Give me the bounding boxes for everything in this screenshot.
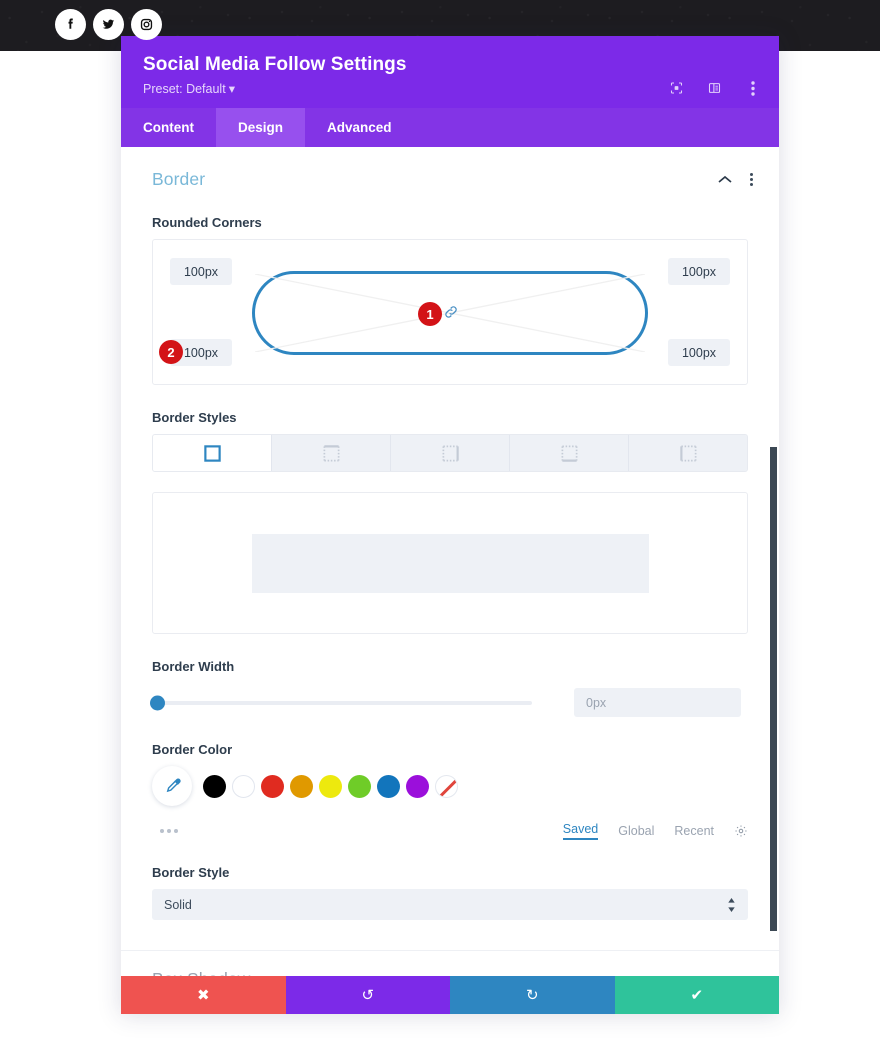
palette-tab-global[interactable]: Global (618, 824, 654, 838)
vertical-scrollbar[interactable] (770, 447, 777, 931)
border-right-button[interactable] (391, 435, 510, 471)
border-color-label: Border Color (152, 742, 233, 757)
save-button[interactable]: ✔ (614, 976, 779, 1014)
focus-icon[interactable] (668, 80, 685, 97)
cancel-button[interactable]: ✖ (121, 976, 286, 1014)
chevron-up-icon[interactable] (718, 175, 732, 184)
border-left-button[interactable] (629, 435, 747, 471)
corner-top-left-input[interactable]: 100px (170, 258, 232, 285)
redo-icon: ↻ (525, 986, 539, 1004)
undo-icon: ↺ (361, 986, 375, 1004)
swatch-red[interactable] (261, 774, 284, 798)
modal-action-bar: ✖ ↺ ↻ ✔ (121, 976, 779, 1014)
ellipsis-icon[interactable] (152, 829, 543, 833)
border-styles-options (152, 434, 748, 472)
close-icon: ✖ (196, 986, 210, 1004)
swatch-orange[interactable] (290, 774, 313, 798)
swatch-transparent[interactable] (435, 774, 458, 798)
eyedropper-icon[interactable] (152, 766, 192, 806)
border-color-swatches (121, 766, 779, 806)
tab-advanced[interactable]: Advanced (305, 108, 414, 147)
preset-selector[interactable]: Preset: Default ▾ (143, 76, 757, 98)
palette-toolbar: Saved Global Recent (121, 822, 779, 840)
border-all-sides-button[interactable] (153, 435, 272, 471)
link-icon[interactable] (443, 304, 459, 325)
social-follow-icons (55, 9, 162, 40)
swatch-green[interactable] (348, 774, 371, 798)
palette-tab-recent[interactable]: Recent (674, 824, 714, 838)
tab-content[interactable]: Content (121, 108, 216, 147)
border-section-title: Border (152, 169, 206, 189)
page-title: Social Media Follow Settings (143, 54, 407, 75)
border-top-button[interactable] (272, 435, 391, 471)
check-icon: ✔ (690, 986, 704, 1004)
modal-tabs: Content Design Advanced (121, 108, 779, 147)
swatch-black[interactable] (203, 774, 226, 798)
swatch-white[interactable] (232, 774, 255, 798)
gear-icon[interactable] (734, 824, 748, 838)
swatch-purple[interactable] (406, 774, 429, 798)
border-styles-label: Border Styles (152, 410, 237, 425)
border-bottom-button[interactable] (510, 435, 629, 471)
kebab-menu-icon[interactable] (750, 173, 753, 186)
layout-icon[interactable] (706, 80, 723, 97)
tab-design[interactable]: Design (216, 108, 306, 147)
select-arrows-icon (727, 897, 736, 912)
annotation-badge-2: 2 (159, 340, 183, 364)
swatch-blue[interactable] (377, 774, 400, 798)
rounded-corners-control: 100px 100px 100px 100px 1 2 (152, 239, 748, 385)
rounded-corners-label: Rounded Corners (152, 215, 262, 230)
border-width-control: 0px (121, 688, 779, 717)
border-preview-pane (152, 492, 748, 634)
border-style-label: Border Style (152, 865, 230, 880)
border-preview-block (251, 533, 649, 593)
modal-header: Social Media Follow Settings Preset: Def… (121, 36, 779, 108)
modal-body: Border Rounded Corners 100px 100px 100px… (121, 147, 779, 1013)
kebab-menu-icon[interactable] (744, 80, 761, 97)
border-style-value: Solid (164, 897, 192, 912)
undo-button[interactable]: ↺ (285, 976, 450, 1014)
redo-button[interactable]: ↻ (450, 976, 615, 1014)
border-section-header: Border (121, 147, 779, 190)
border-width-input[interactable]: 0px (574, 688, 741, 717)
border-width-label: Border Width (152, 659, 235, 674)
corner-bottom-right-input[interactable]: 100px (668, 339, 730, 366)
border-width-slider[interactable] (150, 695, 532, 710)
palette-tab-saved[interactable]: Saved (562, 822, 599, 840)
twitter-icon[interactable] (93, 9, 124, 40)
header-actions (668, 80, 761, 97)
instagram-icon[interactable] (131, 9, 162, 40)
swatch-yellow[interactable] (319, 774, 342, 798)
slider-thumb[interactable] (150, 695, 165, 710)
preset-caret-icon: ▾ (228, 82, 235, 96)
settings-modal: Social Media Follow Settings Preset: Def… (121, 36, 779, 1013)
facebook-icon[interactable] (55, 9, 86, 40)
annotation-badge-1: 1 (418, 302, 442, 326)
corner-top-right-input[interactable]: 100px (668, 258, 730, 285)
preset-label: Preset: Default (143, 82, 226, 96)
border-style-select[interactable]: Solid (152, 889, 748, 920)
